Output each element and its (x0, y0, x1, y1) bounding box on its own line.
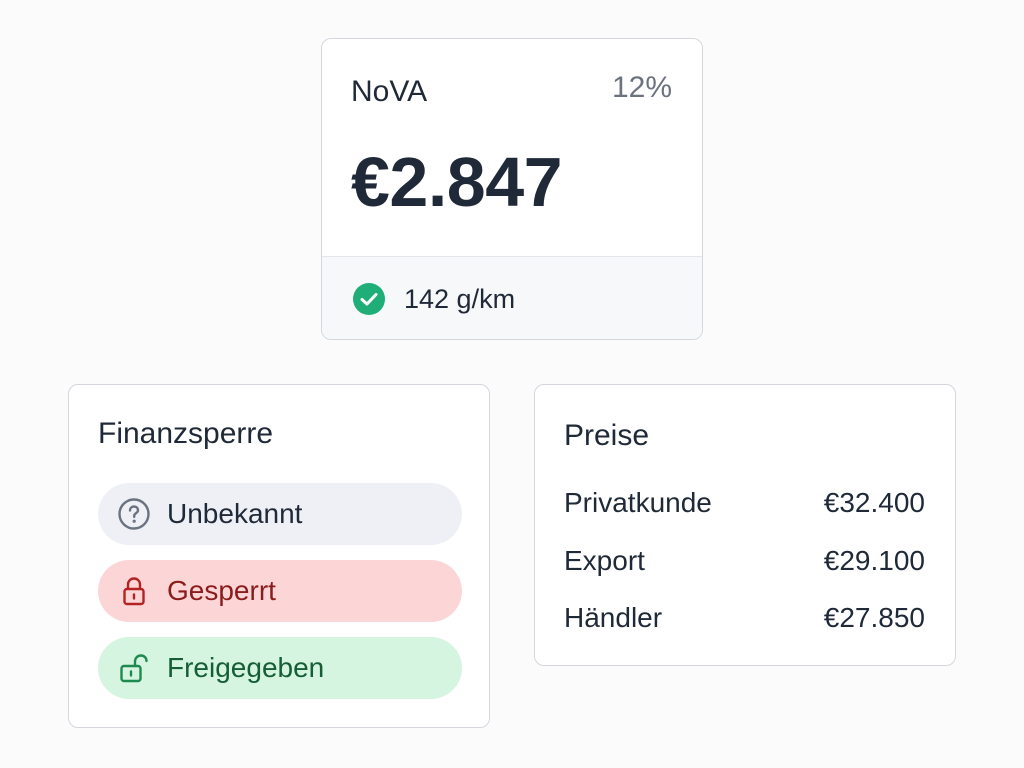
price-value: €32.400 (823, 487, 925, 518)
price-row: Export €29.100 (564, 547, 925, 575)
nova-emission: 142 g/km (404, 283, 516, 314)
price-value: €27.850 (823, 602, 925, 633)
question-circle-icon (117, 497, 151, 531)
price-row: Händler €27.850 (564, 604, 925, 632)
finanzsperre-option-label: Gesperrt (167, 575, 276, 606)
unlock-icon (117, 651, 151, 685)
price-value: €29.100 (823, 545, 925, 576)
price-label: Händler (564, 602, 663, 633)
nova-rate: 12% (611, 71, 672, 104)
nova-amount: €2.847 (351, 143, 563, 221)
finanzsperre-option-unknown[interactable]: Unbekannt (98, 483, 462, 545)
nova-title: NoVA (351, 75, 428, 108)
finanzsperre-option-label: Freigegeben (167, 652, 325, 683)
lock-icon (117, 574, 151, 608)
finanzsperre-option-label: Unbekannt (167, 498, 303, 529)
nova-emission-row: 142 g/km (322, 256, 702, 339)
price-row: Privatkunde €32.400 (564, 489, 925, 517)
finanzsperre-option-unlocked[interactable]: Freigegeben (98, 637, 462, 699)
price-label: Privatkunde (564, 487, 712, 518)
preise-card: Preise Privatkunde €32.400 Export €29.10… (534, 384, 956, 666)
nova-card: NoVA 12% €2.847 142 g/km (321, 38, 703, 340)
finanzsperre-card: Finanzsperre Unbekannt Gesperrt Freigege… (68, 384, 490, 728)
nova-card-header: NoVA 12% €2.847 (322, 39, 702, 256)
price-label: Export (564, 545, 645, 576)
preise-title: Preise (564, 419, 650, 452)
finanzsperre-title: Finanzsperre (98, 417, 274, 450)
check-circle-icon (352, 282, 386, 316)
finanzsperre-option-locked[interactable]: Gesperrt (98, 560, 462, 622)
